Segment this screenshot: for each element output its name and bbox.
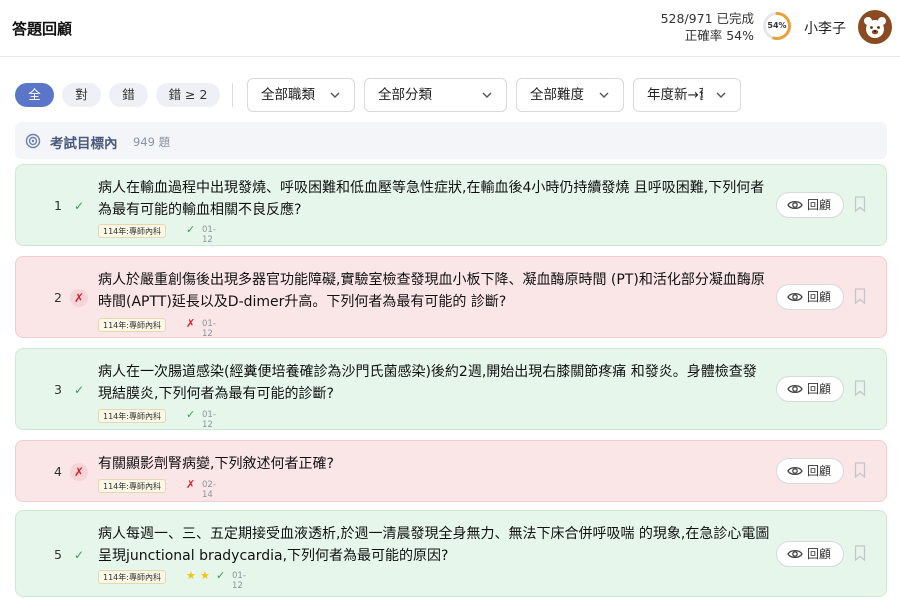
question-number: 3 [54, 382, 62, 397]
question-text[interactable]: 有關顯影劑腎病變,下列敘述何者正確? [98, 453, 770, 475]
question-card[interactable]: 4 ✗ 有關顯影劑腎病變,下列敘述何者正確? 114年:專師內科 ✗ 02-14 回顧 [15, 440, 887, 502]
bear-avatar-icon[interactable] [858, 10, 892, 44]
exam-tag: 114年:專師內科 [98, 409, 166, 423]
filter-wrong-pill[interactable]: 錯 [109, 83, 148, 107]
review-button[interactable]: 回顧 [776, 192, 844, 218]
category-select-value: 全部職類 [261, 87, 315, 103]
category-select[interactable]: 全部職類 [247, 78, 355, 112]
bookmark-icon[interactable] [854, 196, 866, 212]
classification-select[interactable]: 全部分類 [364, 78, 507, 112]
progress-ring-label: 54% [767, 21, 787, 30]
question-text[interactable]: 病人在一次腸道感染(經糞便培養確診為沙門氏菌感染)後約2週,開始出現右膝關節疼痛… [98, 361, 770, 405]
answer-date: 01-12 [202, 410, 216, 430]
question-number: 1 [54, 198, 62, 213]
section-header: 考試目標內 949 題 [15, 122, 887, 159]
bookmark-icon[interactable] [854, 545, 866, 561]
accuracy-rate: 正確率 54% [684, 28, 754, 43]
review-button-label: 回顧 [807, 290, 832, 304]
chevron-down-icon [716, 92, 726, 98]
username[interactable]: 小李子 [804, 18, 846, 38]
filter-bar: 全 對 錯 錯 ≥ 2 全部職類 全部分類 全部難度 年度新→舊 [15, 78, 895, 112]
review-button[interactable]: 回顧 [776, 376, 844, 402]
chevron-down-icon [330, 92, 340, 98]
exam-tag: 114年:專師內科 [98, 318, 166, 332]
question-card[interactable]: 3 ✓ 病人在一次腸道感染(經糞便培養確診為沙門氏菌感染)後約2週,開始出現右膝關節… [15, 348, 887, 430]
filter-divider [232, 83, 233, 107]
check-icon: ✓ [73, 548, 85, 562]
bookmark-icon[interactable] [854, 288, 866, 304]
question-text[interactable]: 病人每週一、三、五定期接受血液透析,於週一清晨發現全身無力、無法下床合併呼吸喘 … [98, 523, 770, 567]
question-text[interactable]: 病人於嚴重創傷後出現多器官功能障礙,實驗室檢查發現血小板下降、凝血酶原時間 (P… [98, 269, 770, 313]
bookmark-icon[interactable] [854, 462, 866, 478]
question-number: 2 [54, 290, 62, 305]
eye-icon [787, 466, 803, 476]
year-sort-select-value: 年度新→舊 [647, 87, 703, 103]
progress-count: 528/971 已完成 [660, 11, 754, 26]
review-button[interactable]: 回顧 [776, 458, 844, 484]
question-card[interactable]: 2 ✗ 病人於嚴重創傷後出現多器官功能障礙,實驗室檢查發現血小板下降、凝血酶原時間 … [15, 256, 887, 339]
cross-icon: ✗ [186, 317, 196, 330]
check-icon: ✓ [73, 199, 85, 213]
chevron-down-icon [482, 92, 492, 98]
review-button-label: 回顧 [807, 382, 832, 396]
review-button-label: 回顧 [807, 198, 832, 212]
classification-select-value: 全部分類 [378, 87, 432, 103]
question-text[interactable]: 病人在輸血過程中出現發燒、呼吸困難和低血壓等急性症狀,在輸血後4小時仍持續發燒 … [98, 177, 770, 221]
question-card[interactable]: 1 ✓ 病人在輸血過程中出現發燒、呼吸困難和低血壓等急性症狀,在輸血後4小時仍持續發… [15, 164, 887, 246]
question-number: 5 [54, 547, 62, 562]
filter-wrong-twice-pill[interactable]: 錯 ≥ 2 [156, 83, 220, 107]
section-count: 949 題 [133, 135, 171, 149]
review-button[interactable]: 回顧 [776, 541, 844, 567]
check-icon: ✓ [73, 383, 85, 397]
progress-ring: 54% [762, 11, 792, 41]
bookmark-icon[interactable] [854, 380, 866, 396]
top-header: 答題回顧 528/971 已完成 正確率 54% 54% 小李子 [0, 0, 900, 57]
cross-icon: ✗ [186, 478, 196, 491]
eye-icon [787, 549, 803, 559]
review-button[interactable]: 回顧 [776, 284, 844, 310]
review-button-label: 回顧 [807, 547, 832, 561]
eye-icon [787, 200, 803, 210]
review-button-label: 回顧 [807, 464, 832, 478]
page-title: 答題回顧 [12, 20, 73, 38]
chevron-down-icon [599, 92, 609, 98]
eye-icon [787, 384, 803, 394]
filter-all-pill[interactable]: 全 [15, 83, 54, 107]
exam-tag: 114年:專師內科 [98, 224, 166, 238]
check-icon: ✓ [186, 408, 196, 421]
check-icon: ✓ [186, 223, 196, 236]
cross-icon: ✗ [70, 289, 88, 307]
filter-correct-pill[interactable]: 對 [62, 83, 101, 107]
star-icon: ★ [186, 569, 196, 582]
answer-date: 02-14 [202, 480, 216, 500]
cross-icon: ✗ [70, 463, 88, 481]
year-sort-select[interactable]: 年度新→舊 [633, 78, 741, 112]
exam-tag: 114年:專師內科 [98, 479, 166, 493]
answer-date: 01-12 [202, 319, 216, 339]
question-card[interactable]: 5 ✓ 病人每週一、三、五定期接受血液透析,於週一清晨發現全身無力、無法下床合併呼吸… [15, 510, 887, 597]
section-title: 考試目標內 [50, 136, 118, 152]
check-icon: ✓ [216, 569, 226, 582]
target-icon [25, 133, 41, 149]
progress-stats: 528/971 已完成 正確率 54% [661, 10, 754, 44]
eye-icon [787, 292, 803, 302]
difficulty-select-value: 全部難度 [530, 87, 584, 103]
difficulty-select[interactable]: 全部難度 [516, 78, 624, 112]
exam-tag: 114年:專師內科 [98, 570, 166, 584]
answer-date: 01-12 [202, 225, 216, 245]
question-number: 4 [54, 464, 62, 479]
star-icon: ★ [200, 569, 210, 582]
answer-date: 01-12 [232, 571, 246, 591]
